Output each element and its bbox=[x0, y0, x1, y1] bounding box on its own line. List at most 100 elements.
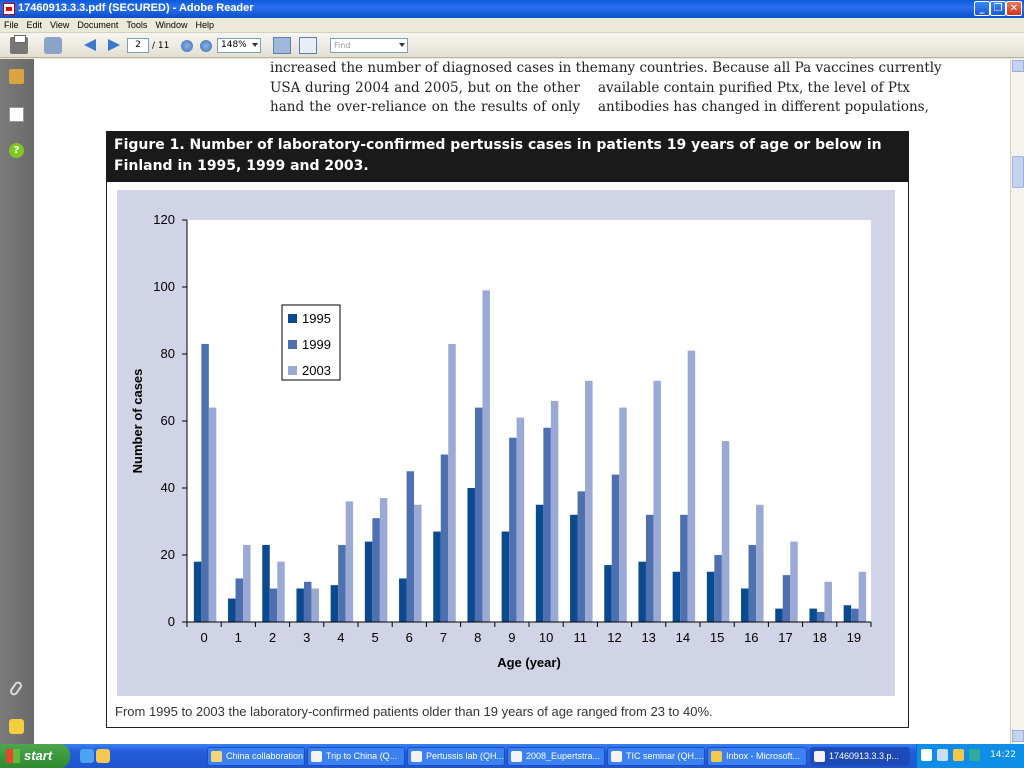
vertical-scrollbar[interactable] bbox=[1010, 59, 1024, 744]
word-document-icon bbox=[411, 751, 422, 762]
x-tick-label: 2 bbox=[269, 630, 276, 645]
bar-1999-age-0 bbox=[201, 343, 209, 622]
bar-1995-age-17 bbox=[775, 608, 783, 622]
help-tray-icon[interactable] bbox=[921, 749, 932, 761]
menu-help[interactable]: Help bbox=[191, 18, 218, 30]
taskbar-item[interactable]: 2008_Eupertstra... bbox=[507, 747, 605, 766]
navigation-panel: ? bbox=[0, 59, 34, 744]
security-tray-icon[interactable] bbox=[969, 749, 980, 761]
zoom-level-select[interactable]: 148% bbox=[217, 38, 261, 53]
document-view[interactable]: increased the number of diagnosed cases … bbox=[34, 59, 1010, 744]
security-lock-icon[interactable] bbox=[9, 69, 24, 84]
bar-1999-age-8 bbox=[474, 407, 483, 622]
bar-1995-age-8 bbox=[467, 488, 475, 622]
minimize-button[interactable]: _ bbox=[974, 1, 990, 16]
next-page-icon[interactable] bbox=[105, 37, 123, 54]
bar-2003-age-15 bbox=[721, 441, 730, 622]
scroll-down-arrow[interactable] bbox=[1012, 730, 1024, 742]
taskbar-item[interactable]: Inbox - Microsoft... bbox=[707, 747, 807, 766]
zoom-out-icon[interactable] bbox=[181, 40, 193, 52]
find-input[interactable]: Find bbox=[330, 38, 408, 53]
menu-file[interactable]: File bbox=[0, 18, 23, 30]
x-tick-label: 8 bbox=[474, 630, 481, 645]
search-document-icon[interactable] bbox=[44, 37, 62, 54]
bar-1995-age-6 bbox=[399, 578, 407, 622]
attachments-icon[interactable] bbox=[8, 680, 24, 697]
network-tray-icon[interactable] bbox=[937, 749, 948, 761]
word-document-icon bbox=[311, 751, 322, 762]
outlook-icon[interactable] bbox=[96, 749, 110, 763]
bar-1999-age-4 bbox=[338, 544, 346, 622]
scroll-thumb[interactable] bbox=[1012, 156, 1024, 188]
single-page-view-icon[interactable] bbox=[273, 37, 291, 54]
y-tick-label: 80 bbox=[161, 346, 175, 361]
chevron-down-icon bbox=[399, 43, 405, 47]
bar-1999-age-12 bbox=[611, 474, 620, 622]
taskbar-item-active[interactable]: 17460913.3.3.p... bbox=[810, 747, 910, 766]
bar-2003-age-12 bbox=[619, 407, 627, 622]
bar-1995-age-2 bbox=[262, 544, 270, 622]
internet-explorer-icon[interactable] bbox=[80, 749, 94, 763]
legend-label-2003: 2003 bbox=[302, 363, 331, 378]
help-icon[interactable]: ? bbox=[9, 143, 24, 158]
x-tick-label: 7 bbox=[440, 630, 447, 645]
y-tick-label: 0 bbox=[168, 614, 175, 629]
page-number-input[interactable]: 2 bbox=[127, 38, 149, 53]
bar-2003-age-9 bbox=[516, 417, 525, 622]
bar-1995-age-11 bbox=[570, 514, 578, 622]
outlook-tray-icon[interactable] bbox=[953, 749, 964, 761]
y-tick-label: 20 bbox=[161, 547, 175, 562]
taskbar-item[interactable]: TIC seminar (QH.... bbox=[607, 747, 705, 766]
x-tick-label: 0 bbox=[200, 630, 207, 645]
fit-page-icon[interactable] bbox=[299, 37, 317, 54]
bar-2003-age-8 bbox=[482, 290, 490, 622]
x-tick-label: 14 bbox=[676, 630, 690, 645]
close-button[interactable]: ✕ bbox=[1006, 1, 1022, 16]
x-tick-label: 13 bbox=[641, 630, 655, 645]
bar-1999-age-1 bbox=[235, 578, 244, 622]
menu-tools[interactable]: Tools bbox=[122, 18, 151, 30]
pages-icon[interactable] bbox=[9, 107, 24, 122]
page-total: / 11 bbox=[152, 41, 170, 51]
bar-1995-age-18 bbox=[809, 608, 817, 622]
taskbar-item[interactable]: Pertussis lab (QH... bbox=[407, 747, 505, 766]
bar-2003-age-11 bbox=[585, 380, 593, 622]
x-tick-label: 6 bbox=[406, 630, 413, 645]
taskbar-item[interactable]: Trip to China (Q... bbox=[307, 747, 405, 766]
window-title-bar[interactable]: 17460913.3.3.pdf (SECURED) - Adobe Reade… bbox=[0, 0, 1024, 18]
start-button[interactable]: start bbox=[0, 744, 70, 768]
menu-edit[interactable]: Edit bbox=[23, 18, 47, 30]
text-line: antibodies has changed in different popu… bbox=[598, 99, 929, 115]
x-tick-label: 1 bbox=[235, 630, 242, 645]
menu-window[interactable]: Window bbox=[151, 18, 191, 30]
comments-icon[interactable] bbox=[9, 719, 24, 734]
previous-page-icon[interactable] bbox=[82, 37, 100, 54]
bar-1999-age-14 bbox=[680, 514, 688, 622]
x-tick-label: 10 bbox=[539, 630, 553, 645]
x-tick-label: 3 bbox=[303, 630, 310, 645]
taskbar-item[interactable]: China collaboration bbox=[207, 747, 305, 766]
zoom-in-icon[interactable] bbox=[200, 40, 212, 52]
bar-1999-age-2 bbox=[269, 588, 278, 622]
menu-view[interactable]: View bbox=[46, 18, 73, 30]
word-document-icon bbox=[611, 751, 622, 762]
legend-swatch-2003 bbox=[288, 366, 297, 375]
bar-1999-age-11 bbox=[577, 491, 586, 622]
restore-button[interactable]: ❐ bbox=[990, 1, 1006, 16]
bar-1995-age-13 bbox=[638, 561, 646, 622]
x-tick-label: 4 bbox=[337, 630, 344, 645]
taskbar-item-label: Inbox - Microsoft... bbox=[726, 751, 801, 761]
bar-1999-age-9 bbox=[509, 437, 517, 622]
scroll-up-arrow[interactable] bbox=[1012, 60, 1024, 72]
right-column-text: many countries. Because all Pa vaccines … bbox=[598, 59, 942, 118]
bar-1995-age-15 bbox=[706, 571, 715, 622]
system-tray: 14:22 bbox=[916, 744, 1024, 768]
bar-2003-age-1 bbox=[243, 544, 251, 622]
bar-1995-age-19 bbox=[843, 605, 852, 622]
toolbar: 2 / 11 148% Find bbox=[0, 33, 1024, 58]
print-icon[interactable] bbox=[10, 35, 28, 54]
taskbar-item-label: Trip to China (Q... bbox=[326, 751, 398, 761]
menu-document[interactable]: Document bbox=[73, 18, 122, 30]
legend-swatch-1999 bbox=[288, 340, 297, 349]
x-tick-label: 17 bbox=[778, 630, 792, 645]
